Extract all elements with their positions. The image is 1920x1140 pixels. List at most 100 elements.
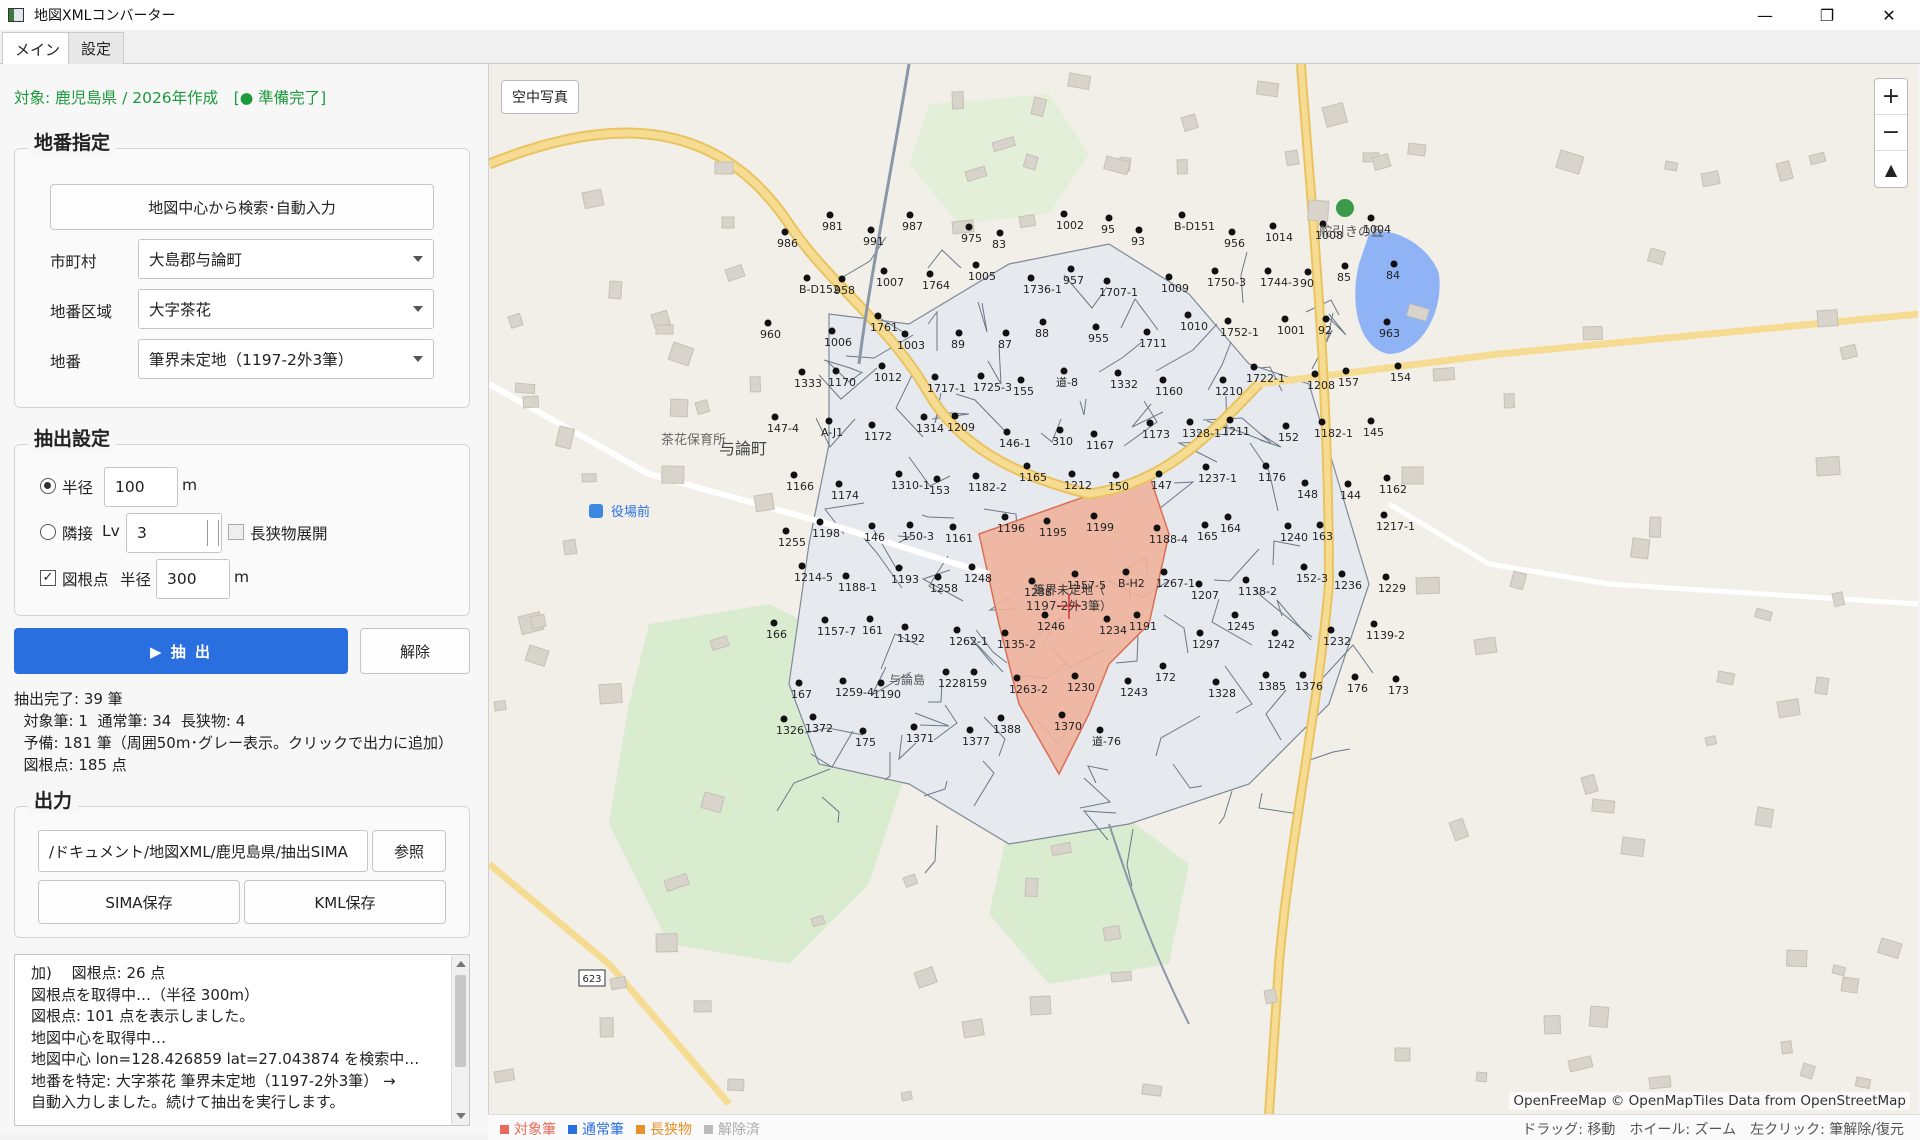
toshikon-point[interactable] xyxy=(1003,428,1011,436)
toshikon-point[interactable] xyxy=(1135,226,1143,234)
toshikon-point[interactable] xyxy=(1284,522,1292,530)
extract-button[interactable]: ▶ 抽 出 xyxy=(14,628,348,674)
lv-spinbox[interactable]: 3 xyxy=(126,513,222,553)
toshikon-point[interactable] xyxy=(1322,315,1330,323)
toshikon-point[interactable] xyxy=(1212,678,1220,686)
toshikon-point[interactable] xyxy=(1090,430,1098,438)
toshikon-point[interactable] xyxy=(842,572,850,580)
toshikon-point[interactable] xyxy=(972,472,980,480)
toshikon-point[interactable] xyxy=(1250,363,1258,371)
toshikon-point[interactable] xyxy=(1262,462,1270,470)
search-from-map-center-button[interactable]: 地図中心から検索･自動入力 xyxy=(50,184,434,230)
toshikon-point[interactable] xyxy=(1002,329,1010,337)
radius-input[interactable]: 100 xyxy=(104,467,178,507)
toshikon-point[interactable] xyxy=(996,229,1004,237)
toshikon-point[interactable] xyxy=(1341,262,1349,270)
toshikon-point[interactable] xyxy=(1202,463,1210,471)
toshikon-point[interactable] xyxy=(1219,376,1227,384)
log-area[interactable]: 加) 図根点: 26 点図根点を取得中…（半径 300m） 図根点: 101 点を… xyxy=(14,954,470,1126)
output-path-input[interactable]: /ドキュメント/地図XML/鹿児島県/抽出SIMA xyxy=(38,830,368,872)
toshikon-point[interactable] xyxy=(1146,419,1154,427)
toshikon-point[interactable] xyxy=(1242,576,1250,584)
toshikon-point[interactable] xyxy=(1383,318,1391,326)
toshikon-point[interactable] xyxy=(832,367,840,375)
scroll-thumb[interactable] xyxy=(455,975,466,1067)
toshikon-point[interactable] xyxy=(868,522,876,530)
toshikon-point[interactable] xyxy=(972,261,980,269)
toshikon-point[interactable] xyxy=(1013,674,1021,682)
toshikon-point[interactable] xyxy=(931,373,939,381)
toshikon-point[interactable] xyxy=(895,470,903,478)
toshikon-point[interactable] xyxy=(1304,268,1312,276)
toshikon-point[interactable] xyxy=(1056,426,1064,434)
toshikon-point[interactable] xyxy=(1186,418,1194,426)
toshikon-point[interactable] xyxy=(1271,629,1279,637)
toshikon-point[interactable] xyxy=(1301,479,1309,487)
browse-button[interactable]: 参照 xyxy=(372,830,446,872)
toshikon-point[interactable] xyxy=(933,475,941,483)
toshikon-point[interactable] xyxy=(1316,521,1324,529)
toshikon-point[interactable] xyxy=(1380,511,1388,519)
toshikon-point[interactable] xyxy=(1103,277,1111,285)
toshikon-point[interactable] xyxy=(1342,367,1350,375)
toshikon-point[interactable] xyxy=(965,223,973,231)
toshikon-point[interactable] xyxy=(1122,568,1130,576)
toshikon-point[interactable] xyxy=(835,480,843,488)
toshikon-point[interactable] xyxy=(1096,726,1104,734)
toshikon-point[interactable] xyxy=(1023,462,1031,470)
toshikon-point[interactable] xyxy=(1383,474,1391,482)
toshikon-point[interactable] xyxy=(1124,677,1132,685)
toshikon-point[interactable] xyxy=(1043,517,1051,525)
minimize-button[interactable]: — xyxy=(1734,0,1796,30)
tab-main[interactable]: メイン xyxy=(2,32,74,65)
toshikon-point[interactable] xyxy=(920,413,928,421)
toshikon-point[interactable] xyxy=(1262,671,1270,679)
toshikon-point[interactable] xyxy=(838,275,846,283)
map-view[interactable]: 986 981 991 987 975 83 1002 95 93 B-D151 956 1014 10… xyxy=(488,64,1918,1114)
toshikon-point[interactable] xyxy=(798,562,806,570)
close-button[interactable]: ✕ xyxy=(1858,0,1920,30)
compass-button[interactable]: ▲ xyxy=(1875,151,1907,187)
toshikon-point[interactable] xyxy=(1226,416,1234,424)
toshikon-point[interactable] xyxy=(1178,211,1186,219)
toshikon-point[interactable] xyxy=(1114,369,1122,377)
aerial-photo-button[interactable]: 空中写真 xyxy=(501,80,579,114)
toshikon-point[interactable] xyxy=(1338,570,1346,578)
toshikon-point[interactable] xyxy=(906,521,914,529)
adjacent-radio[interactable] xyxy=(40,524,56,540)
toshikon-point[interactable] xyxy=(1367,417,1375,425)
maximize-button[interactable]: ❐ xyxy=(1796,0,1858,30)
toshikon-point[interactable] xyxy=(1165,273,1173,281)
radius-radio[interactable] xyxy=(40,478,56,494)
toshikon-point[interactable] xyxy=(874,312,882,320)
toshikon-point[interactable] xyxy=(803,274,811,282)
spin-arrows-icon[interactable] xyxy=(207,520,219,546)
toshikon-point[interactable] xyxy=(906,211,914,219)
map-canvas[interactable]: 986 981 991 987 975 83 1002 95 93 B-D151 956 1014 10… xyxy=(489,64,1918,1114)
toshikon-point[interactable] xyxy=(970,668,978,676)
toshikon-point[interactable] xyxy=(1039,318,1047,326)
toshikon-point[interactable] xyxy=(1390,260,1398,268)
zoom-out-button[interactable]: − xyxy=(1875,115,1907,151)
toshikon-point[interactable] xyxy=(1264,267,1272,275)
kml-save-button[interactable]: KML保存 xyxy=(244,880,446,924)
toshikon-radius-input[interactable]: 300 xyxy=(156,559,230,599)
toshikon-point[interactable] xyxy=(1060,367,1068,375)
toshikon-point[interactable] xyxy=(1370,620,1378,628)
toshikon-point[interactable] xyxy=(816,518,824,526)
zoom-in-button[interactable]: + xyxy=(1875,79,1907,115)
toshikon-point[interactable] xyxy=(1327,626,1335,634)
toshikon-point[interactable] xyxy=(1382,573,1390,581)
toshikon-point[interactable] xyxy=(809,713,817,721)
toshikon-point[interactable] xyxy=(997,714,1005,722)
toshikon-point[interactable] xyxy=(798,368,806,376)
toshikon-point[interactable] xyxy=(1228,228,1236,236)
toshikon-point[interactable] xyxy=(828,327,836,335)
long-expand-checkbox[interactable] xyxy=(228,524,244,540)
toshikon-point[interactable] xyxy=(1394,362,1402,370)
toshikon-point[interactable] xyxy=(901,623,909,631)
toshikon-point[interactable] xyxy=(1112,471,1120,479)
sima-save-button[interactable]: SIMA保存 xyxy=(38,880,240,924)
toshikon-point[interactable] xyxy=(1001,629,1009,637)
toshikon-point[interactable] xyxy=(859,727,867,735)
